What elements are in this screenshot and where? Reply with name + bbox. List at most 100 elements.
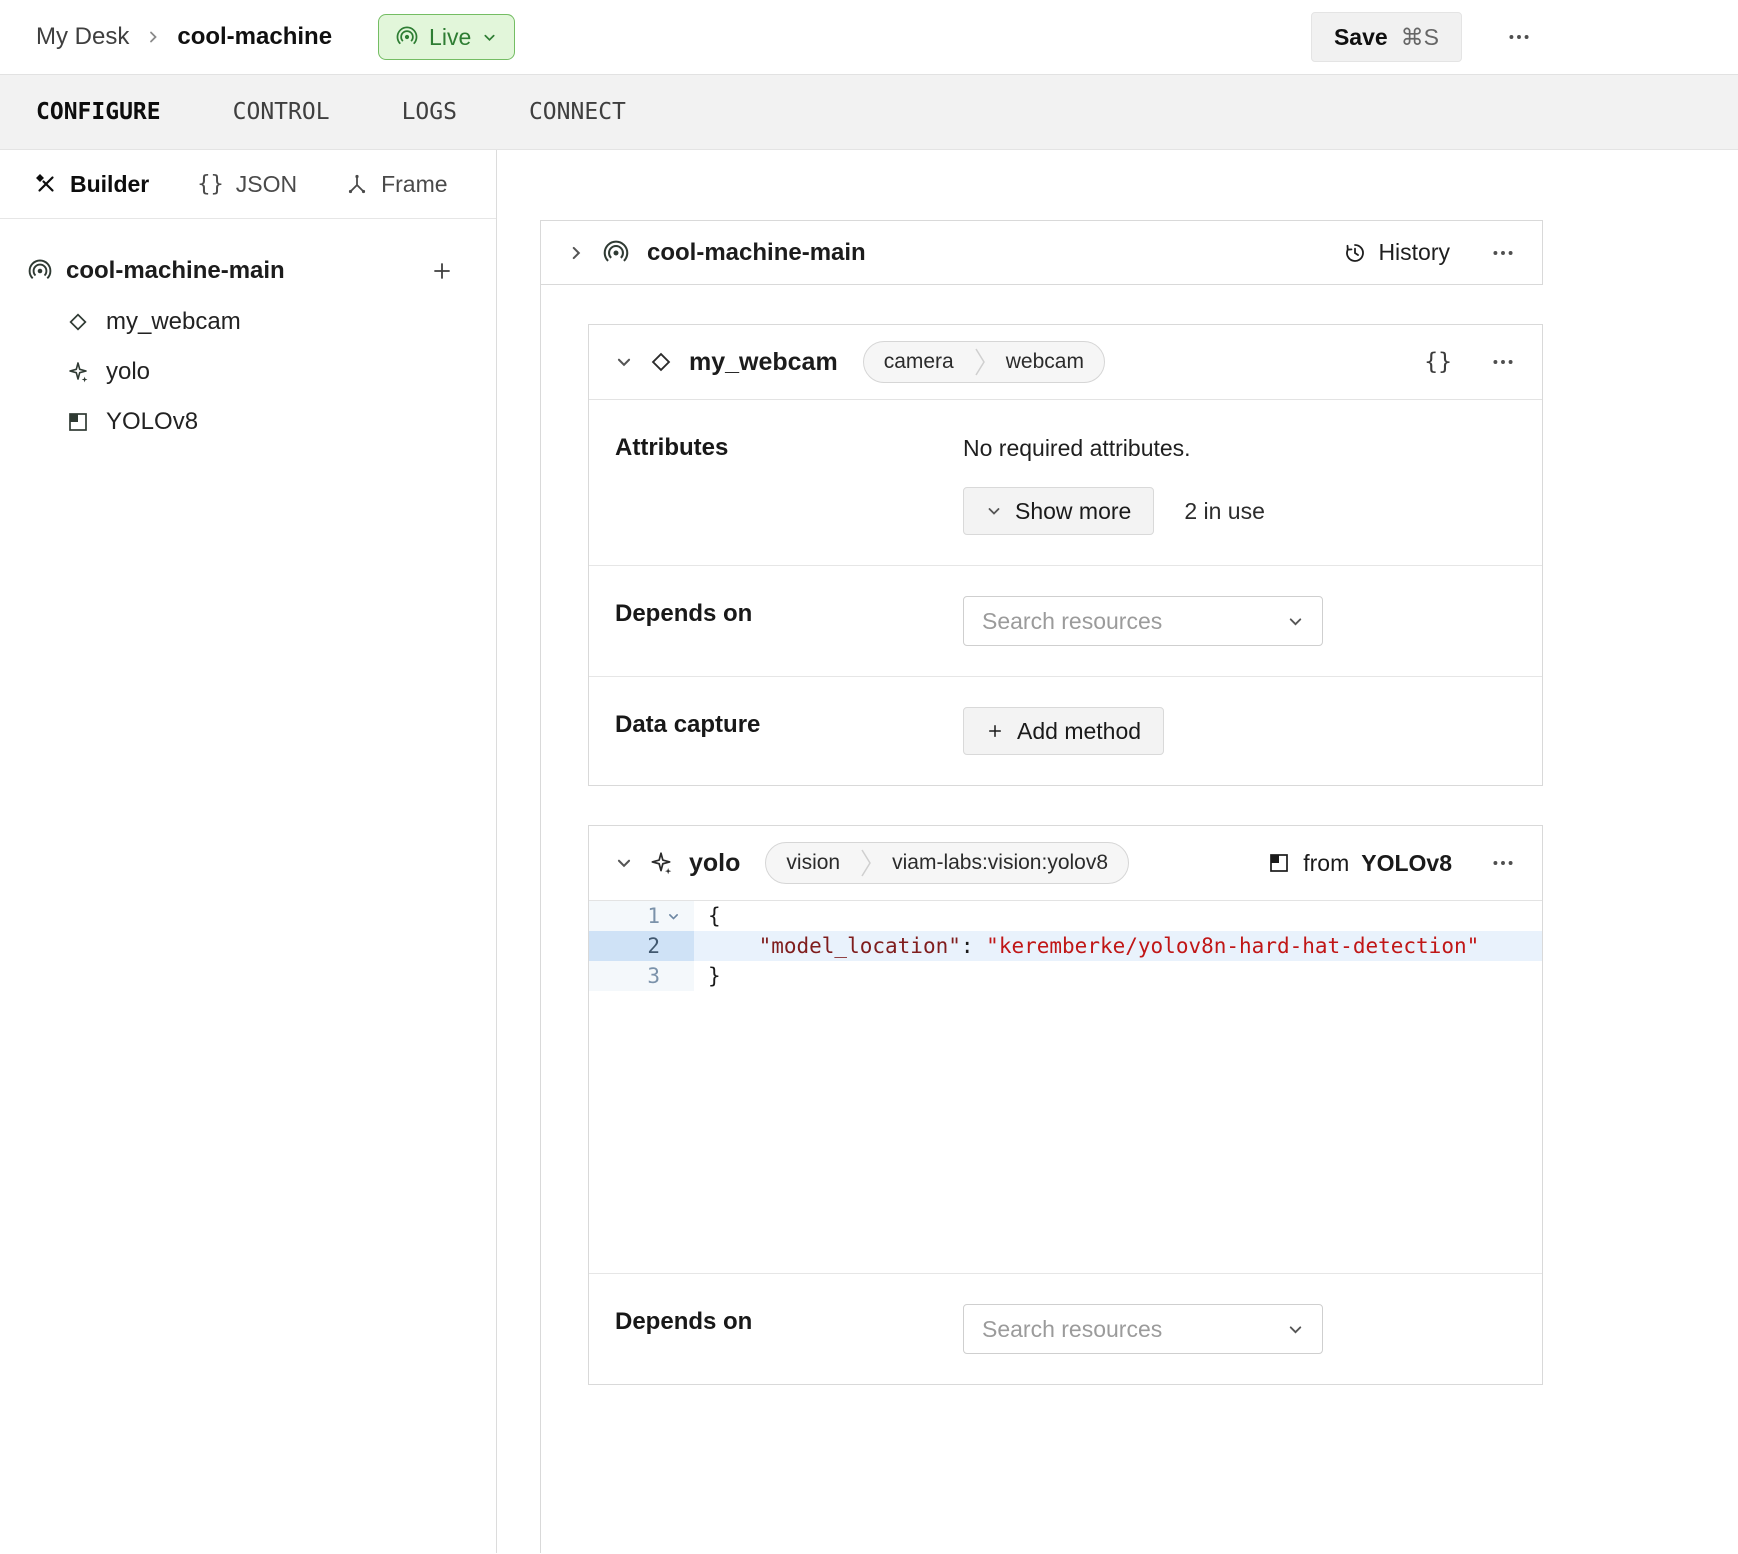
machine-part-header: cool-machine-main History — [540, 220, 1543, 285]
json-value: "keremberke/yolov8n-hard-hat-detection" — [986, 934, 1479, 958]
tag-webcam: webcam — [986, 342, 1104, 382]
service-card-header: yolo vision viam-labs:vision:yolov8 — [589, 826, 1542, 901]
tab-configure[interactable]: CONFIGURE — [36, 99, 161, 125]
braces-icon: {} — [197, 172, 224, 197]
depends-on-resource-select[interactable]: Search resources — [963, 1304, 1323, 1354]
code-text[interactable]: { — [694, 901, 1542, 931]
live-status-badge[interactable]: Live — [378, 14, 515, 60]
chevron-down-icon — [986, 503, 1002, 519]
code-line-active: 2 "model_location": "keremberke/yolov8n-… — [589, 931, 1542, 961]
service-more-menu-button[interactable] — [1490, 850, 1516, 876]
add-method-button[interactable]: Add method — [963, 707, 1164, 755]
depends-on-resource-select[interactable]: Search resources — [963, 596, 1323, 646]
collapse-chevron-down-icon[interactable] — [615, 854, 633, 872]
tab-logs[interactable]: LOGS — [402, 99, 457, 125]
tree-item-yolov8-module[interactable]: YOLOv8 — [28, 397, 468, 447]
machine-part-tree: cool-machine-main my_webcam yolo — [0, 219, 496, 447]
depends-on-label: Depends on — [615, 596, 963, 646]
save-shortcut: ⌘S — [1401, 24, 1439, 51]
attributes-label: Attributes — [615, 430, 963, 535]
history-clock-icon — [1343, 241, 1367, 265]
editor-empty-area[interactable] — [589, 991, 1542, 1273]
tag-separator-icon — [974, 342, 986, 382]
machine-part-group: cool-machine-main History — [540, 220, 1543, 1553]
config-view-switcher: Builder {} JSON Frame — [0, 150, 496, 219]
attributes-empty-text: No required attributes. — [963, 430, 1516, 462]
machine-live-icon — [396, 26, 418, 48]
line-number-gutter: 2 — [589, 931, 694, 961]
line-number: 3 — [647, 964, 660, 988]
live-label: Live — [429, 24, 471, 51]
from-module-info: from YOLOv8 — [1267, 850, 1452, 877]
component-type-tags: camera webcam — [863, 341, 1105, 383]
code-line: 1 { — [589, 901, 1542, 931]
depends-on-section: Depends on Search resources — [589, 1273, 1542, 1384]
component-actions: {} — [1424, 349, 1516, 375]
component-title: my_webcam — [689, 348, 838, 377]
sidebar: Builder {} JSON Frame cool-machine-main — [0, 150, 497, 1553]
code-fold-chevron-icon[interactable] — [660, 910, 686, 923]
content-layout: Builder {} JSON Frame cool-machine-main — [0, 150, 1738, 1553]
from-module-name: YOLOv8 — [1361, 850, 1452, 877]
service-type-tags: vision viam-labs:vision:yolov8 — [765, 842, 1129, 884]
depends-on-section: Depends on Search resources — [589, 565, 1542, 676]
code-line: 3 } — [589, 961, 1542, 991]
view-builder[interactable]: Builder — [34, 171, 149, 198]
tab-control[interactable]: CONTROL — [233, 99, 330, 125]
attributes-json-editor: 1 { 2 "mode — [589, 901, 1542, 1273]
show-more-button[interactable]: Show more — [963, 487, 1154, 535]
tree-item-yolo[interactable]: yolo — [28, 347, 468, 397]
service-actions: from YOLOv8 — [1267, 850, 1516, 877]
attributes-section: Attributes No required attributes. Show … — [589, 400, 1542, 565]
component-diamond-icon — [66, 310, 90, 334]
machine-part-body: my_webcam camera webcam {} — [540, 285, 1543, 1553]
tree-item-my-webcam[interactable]: my_webcam — [28, 297, 468, 347]
json-key: "model_location" — [759, 934, 961, 958]
history-button[interactable]: History — [1343, 239, 1450, 266]
breadcrumb: My Desk cool-machine — [36, 23, 332, 51]
topbar-actions: Save ⌘S — [1311, 12, 1532, 62]
tree-item-label: my_webcam — [106, 308, 241, 336]
plus-icon — [986, 722, 1004, 740]
save-button[interactable]: Save ⌘S — [1311, 12, 1462, 62]
tag-model-triplet: viam-labs:vision:yolov8 — [872, 843, 1128, 883]
collapse-chevron-down-icon[interactable] — [615, 353, 633, 371]
service-card-yolo: yolo vision viam-labs:vision:yolov8 — [588, 825, 1543, 1385]
machine-part-actions: History — [1343, 239, 1516, 266]
component-more-menu-button[interactable] — [1490, 349, 1516, 375]
from-word: from — [1303, 850, 1349, 877]
line-number-gutter: 3 — [589, 961, 694, 991]
collapse-chevron-right-icon[interactable] — [567, 244, 585, 262]
topbar-more-menu-button[interactable] — [1506, 24, 1532, 50]
code-text[interactable]: } — [694, 961, 1542, 991]
depends-on-label: Depends on — [615, 1304, 963, 1354]
edit-json-braces-button[interactable]: {} — [1424, 349, 1452, 375]
machine-part-title: cool-machine-main — [647, 239, 866, 267]
add-method-label: Add method — [1017, 718, 1141, 745]
data-capture-label: Data capture — [615, 707, 963, 755]
tag-camera: camera — [864, 342, 974, 382]
view-json[interactable]: {} JSON — [197, 171, 297, 198]
select-placeholder: Search resources — [982, 608, 1162, 635]
line-number: 1 — [647, 904, 660, 928]
history-label: History — [1378, 239, 1450, 266]
machine-part-icon — [28, 259, 52, 283]
tree-item-label: YOLOv8 — [106, 408, 198, 436]
config-main-panel: cool-machine-main History — [497, 150, 1738, 1553]
add-component-button[interactable] — [430, 259, 468, 283]
line-number-gutter: 1 — [589, 901, 694, 931]
tree-root-machine-part[interactable]: cool-machine-main — [28, 245, 468, 297]
view-frame[interactable]: Frame — [345, 171, 447, 198]
breadcrumb-current: cool-machine — [177, 23, 332, 51]
machine-part-icon — [603, 240, 629, 266]
attributes-in-use-count: 2 in use — [1184, 498, 1265, 525]
view-json-label: JSON — [236, 171, 297, 198]
breadcrumb-parent[interactable]: My Desk — [36, 23, 129, 51]
component-card-header: my_webcam camera webcam {} — [589, 325, 1542, 400]
machine-part-more-menu-button[interactable] — [1490, 240, 1516, 266]
builder-tools-icon — [34, 172, 58, 196]
tab-connect[interactable]: CONNECT — [529, 99, 626, 125]
chevron-down-icon — [1287, 613, 1304, 630]
code-text[interactable]: "model_location": "keremberke/yolov8n-ha… — [694, 931, 1542, 961]
chevron-down-icon — [1287, 1321, 1304, 1338]
